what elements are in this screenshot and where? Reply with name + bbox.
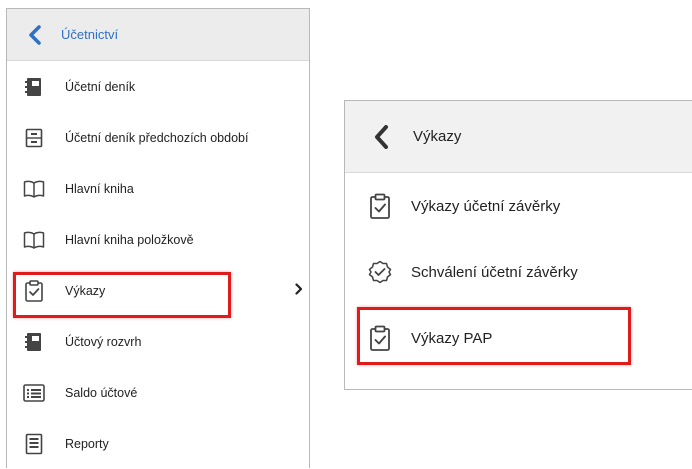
- menu-item-label: Hlavní kniha položkově: [65, 232, 194, 247]
- clipboard-check-icon: [367, 325, 393, 351]
- chevron-left-icon[interactable]: [25, 24, 45, 45]
- menu-item-label: Účetní deník předchozích období: [65, 130, 249, 145]
- back-label[interactable]: Výkazy: [413, 128, 461, 145]
- menu-item-label: Reporty: [65, 436, 109, 451]
- menu-item-ucetni-denik[interactable]: Účetní deník: [7, 61, 309, 112]
- book-icon: [23, 229, 45, 251]
- menu-item-schvaleni-ucetni-zaverky[interactable]: Schválení účetní závěrky: [345, 239, 692, 305]
- list-icon: [23, 382, 45, 404]
- chevron-right-icon[interactable]: [295, 282, 303, 300]
- vykazy-submenu-panel: Výkazy Výkazy účetní závěrky Schválení ú…: [344, 100, 692, 390]
- book-icon: [23, 178, 45, 200]
- menu-item-vykazy-ucetni-zaverky[interactable]: Výkazy účetní závěrky: [345, 173, 692, 239]
- menu-item-label: Účtový rozvrh: [65, 334, 142, 349]
- journal-icon: [23, 76, 45, 98]
- badge-check-icon: [367, 259, 393, 285]
- clipboard-check-icon: [23, 279, 45, 302]
- accounting-menu-panel: Účetnictví Účetní deník Účetní deník pře…: [6, 8, 310, 468]
- menu-item-hlavni-kniha[interactable]: Hlavní kniha: [7, 163, 309, 214]
- menu-item-label: Výkazy: [65, 283, 106, 298]
- menu-item-label: Saldo účtové: [65, 385, 138, 400]
- menu-item-label: Účetní deník: [65, 79, 136, 94]
- journal-icon: [23, 331, 45, 353]
- menu-item-label: Výkazy PAP: [411, 329, 493, 347]
- menu-item-ucetni-denik-predchozich[interactable]: Účetní deník předchozích období: [7, 112, 309, 163]
- clipboard-check-icon: [367, 193, 393, 219]
- menu-item-label: Výkazy účetní závěrky: [411, 197, 561, 215]
- cabinet-icon: [23, 127, 45, 149]
- menu-item-vykazy[interactable]: Výkazy: [7, 265, 309, 316]
- chevron-left-icon[interactable]: [369, 124, 393, 149]
- menu-item-hlavni-kniha-polozkove[interactable]: Hlavní kniha položkově: [7, 214, 309, 265]
- back-label[interactable]: Účetnictví: [61, 27, 118, 42]
- menu-item-reporty[interactable]: Reporty: [7, 418, 309, 469]
- back-header[interactable]: Výkazy: [345, 101, 692, 173]
- menu-item-label: Hlavní kniha: [65, 181, 134, 196]
- menu-item-saldo-uctove[interactable]: Saldo účtové: [7, 367, 309, 418]
- report-icon: [23, 433, 45, 455]
- menu-item-vykazy-pap[interactable]: Výkazy PAP: [345, 305, 692, 371]
- menu-item-label: Schválení účetní závěrky: [411, 263, 578, 281]
- back-header[interactable]: Účetnictví: [7, 9, 309, 61]
- menu-item-uctovy-rozvrh[interactable]: Účtový rozvrh: [7, 316, 309, 367]
